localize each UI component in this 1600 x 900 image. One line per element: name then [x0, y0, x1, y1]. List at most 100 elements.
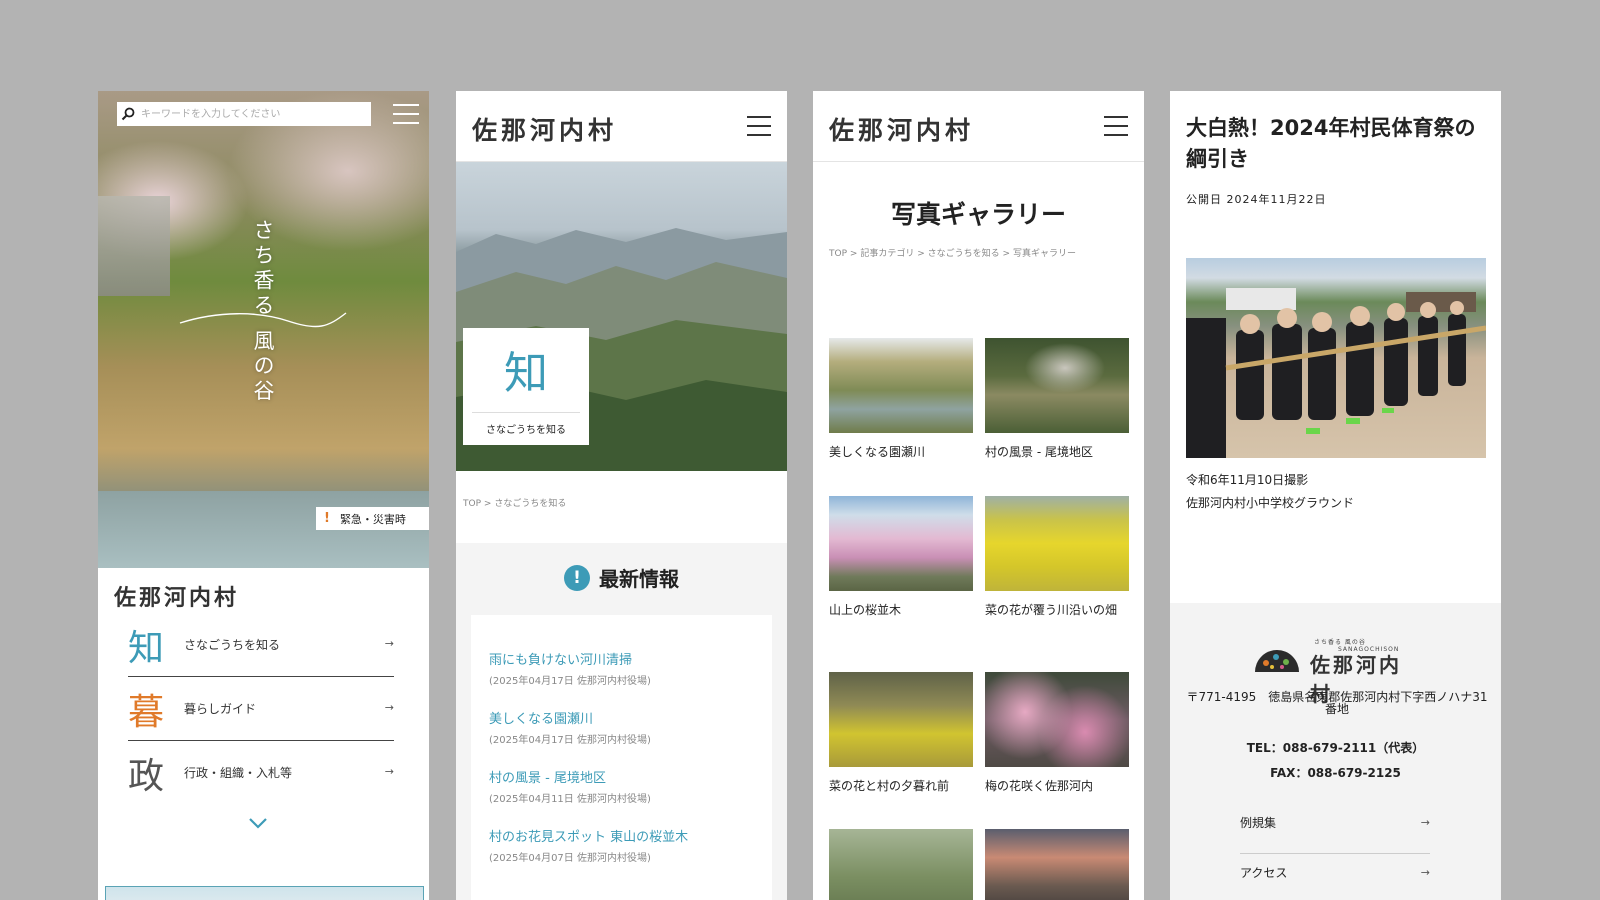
gallery-thumbnail[interactable]	[829, 496, 973, 591]
category-card[interactable]: 知 さなごうちを知る	[463, 328, 589, 445]
gallery-thumbnail[interactable]	[985, 829, 1129, 900]
footer-address: 〒771-4195 徳島県名東郡佐那河内村下字西ノハナ31番地	[1186, 690, 1488, 716]
breadcrumb-know[interactable]: さなごうちを知る	[928, 249, 1000, 259]
arrow-right-icon: →	[1420, 816, 1430, 829]
arrow-right-icon: →	[384, 637, 394, 650]
footer-tel: TEL：088-679-2111（代表）	[1246, 741, 1425, 755]
tagline-swoosh	[179, 312, 347, 328]
category-label: さなごうちを知る	[486, 425, 566, 436]
site-logo[interactable]: 佐那河内村	[829, 111, 974, 147]
gallery-item[interactable]	[829, 829, 973, 900]
card-divider	[472, 412, 580, 413]
news-meta: (2025年04月11日 佐那河内村役場)	[489, 794, 651, 805]
info-icon: !	[564, 564, 590, 591]
emergency-button[interactable]: ! 緊急・災害時	[316, 507, 429, 530]
gallery-caption: 山上の桜並木	[829, 603, 902, 617]
news-link[interactable]: 村の風景 - 尾境地区	[489, 767, 772, 786]
menu-label: 行政・組織・入札等	[184, 766, 293, 780]
banner-image[interactable]	[105, 886, 424, 900]
menu-label: さなごうちを知る	[184, 638, 281, 652]
village-emblem-icon	[1255, 650, 1299, 672]
list-item: 村のお花見スポット 東山の桜並木 (2025年04月07日 佐那河内村役場)	[489, 826, 772, 864]
hamburger-menu-icon[interactable]	[393, 104, 419, 124]
news-link[interactable]: 美しくなる園瀬川	[489, 708, 772, 727]
list-item: 雨にも負けない河川清掃 (2025年04月17日 佐那河内村役場)	[489, 649, 772, 687]
gallery-thumbnail[interactable]	[829, 338, 973, 433]
search-icon	[121, 107, 135, 121]
footer-links: 例規集 → アクセス →	[1240, 804, 1430, 900]
gallery-thumbnail[interactable]	[829, 829, 973, 900]
gallery-item[interactable]: 菜の花が覆う川沿いの畑	[985, 496, 1129, 619]
breadcrumb-sep: >	[849, 249, 858, 259]
gallery-item[interactable]	[985, 829, 1129, 900]
news-title: 最新情報	[599, 567, 679, 591]
gallery-thumbnail[interactable]	[985, 672, 1129, 767]
search-input[interactable]	[139, 107, 363, 121]
gallery-thumbnail[interactable]	[985, 496, 1129, 591]
gallery-caption: 美しくなる園瀬川	[829, 445, 926, 459]
tug-of-war-illustration	[1186, 288, 1486, 458]
gallery-caption: 菜の花と村の夕暮れ前	[829, 779, 950, 793]
category-menu: 知 さなごうちを知る → 暮 暮らしガイド → 政 行政・組織・入札等 →	[128, 613, 394, 804]
photo-caption: 令和6年11月10日撮影 佐那河内村小中学校グラウンド	[1186, 469, 1354, 515]
footer-logo[interactable]: さち香る 風の谷 SANAGOCHISON 佐那河内村	[1254, 637, 1424, 706]
gallery-item[interactable]: 山上の桜並木	[829, 496, 973, 619]
gallery-thumbnail[interactable]	[829, 672, 973, 767]
breadcrumb-sep: >	[917, 249, 925, 259]
gallery-caption: 菜の花が覆う川沿いの畑	[985, 603, 1118, 617]
arrow-right-icon: →	[384, 765, 394, 778]
breadcrumb-category[interactable]: 記事カテゴリ	[860, 249, 914, 259]
alert-icon: !	[324, 511, 330, 526]
article-photo	[1186, 258, 1486, 458]
emergency-label: 緊急・災害時	[339, 512, 406, 526]
menu-kanji: 暮	[128, 691, 165, 733]
mountain-hero-image: 知 さなごうちを知る	[456, 162, 787, 471]
site-logo[interactable]: 佐那河内村	[472, 111, 617, 147]
site-logo[interactable]: 佐那河内村	[114, 580, 239, 612]
news-section: ! 最新情報 雨にも負けない河川清掃 (2025年04月17日 佐那河内村役場)…	[456, 543, 787, 900]
breadcrumb: TOP > 記事カテゴリ > さなごうちを知る > 写真ギャラリー	[829, 246, 1076, 259]
header: 佐那河内村	[456, 91, 787, 162]
news-meta: (2025年04月17日 佐那河内村役場)	[489, 735, 651, 746]
list-item: 美しくなる園瀬川 (2025年04月17日 佐那河内村役場)	[489, 708, 772, 746]
search-bar[interactable]	[117, 102, 371, 126]
menu-kanji: 政	[128, 755, 165, 797]
screen-home: さち香る 風の谷 ! 緊急・災害時 佐那河内村 知 さなごうちを知る → 暮 暮…	[98, 91, 429, 900]
list-item: 村の風景 - 尾境地区 (2025年04月11日 佐那河内村役場)	[489, 767, 772, 805]
news-meta: (2025年04月07日 佐那河内村役場)	[489, 853, 651, 864]
menu-kanji: 知	[128, 627, 165, 669]
footer-link-label: 例規集	[1240, 816, 1277, 830]
footer: さち香る 風の谷 SANAGOCHISON 佐那河内村 〒771-4195 徳島…	[1170, 603, 1501, 900]
caption-date: 令和6年11月10日撮影	[1186, 473, 1309, 487]
footer-link-regulations[interactable]: 例規集 →	[1240, 804, 1430, 854]
screen-gallery: 佐那河内村 写真ギャラリー TOP > 記事カテゴリ > さなごうちを知る > …	[813, 91, 1144, 900]
gallery-thumbnail[interactable]	[985, 338, 1129, 433]
breadcrumb-top[interactable]: TOP	[463, 499, 481, 509]
gallery-item[interactable]: 村の風景 - 尾境地区	[985, 338, 1129, 461]
breadcrumb: TOP > さなごうちを知る	[463, 496, 566, 509]
breadcrumb-top[interactable]: TOP	[829, 249, 847, 259]
gallery-item[interactable]: 美しくなる園瀬川	[829, 338, 973, 461]
breadcrumb-current: さなごうちを知る	[494, 499, 567, 509]
footer-fax: FAX：088-679-2125	[1270, 766, 1401, 780]
news-meta: (2025年04月17日 佐那河内村役場)	[489, 676, 651, 687]
breadcrumb-sep: >	[483, 499, 492, 509]
menu-item-government[interactable]: 政 行政・組織・入札等 →	[128, 741, 394, 804]
breadcrumb-sep: >	[1002, 249, 1011, 259]
gallery-item[interactable]: 梅の花咲く佐那河内	[985, 672, 1129, 795]
page-title: 写真ギャラリー	[890, 200, 1066, 229]
news-link[interactable]: 雨にも負けない河川清掃	[489, 649, 772, 668]
hamburger-menu-icon[interactable]	[1104, 116, 1128, 136]
arrow-right-icon: →	[1420, 866, 1430, 879]
menu-item-know[interactable]: 知 さなごうちを知る →	[128, 613, 394, 677]
publish-date: 公開日 2024年11月22日	[1186, 193, 1327, 206]
gallery-item[interactable]: 菜の花と村の夕暮れ前	[829, 672, 973, 795]
chevron-down-icon[interactable]	[248, 817, 268, 829]
footer-link-access[interactable]: アクセス →	[1240, 854, 1430, 900]
news-link[interactable]: 村のお花見スポット 東山の桜並木	[489, 826, 772, 845]
hamburger-menu-icon[interactable]	[747, 116, 771, 136]
breadcrumb-current: 写真ギャラリー	[1012, 249, 1076, 259]
article-title: 大白熱！2024年村民体育祭の綱引き	[1186, 116, 1476, 171]
menu-item-living[interactable]: 暮 暮らしガイド →	[128, 677, 394, 741]
gallery-caption: 梅の花咲く佐那河内	[985, 779, 1094, 793]
